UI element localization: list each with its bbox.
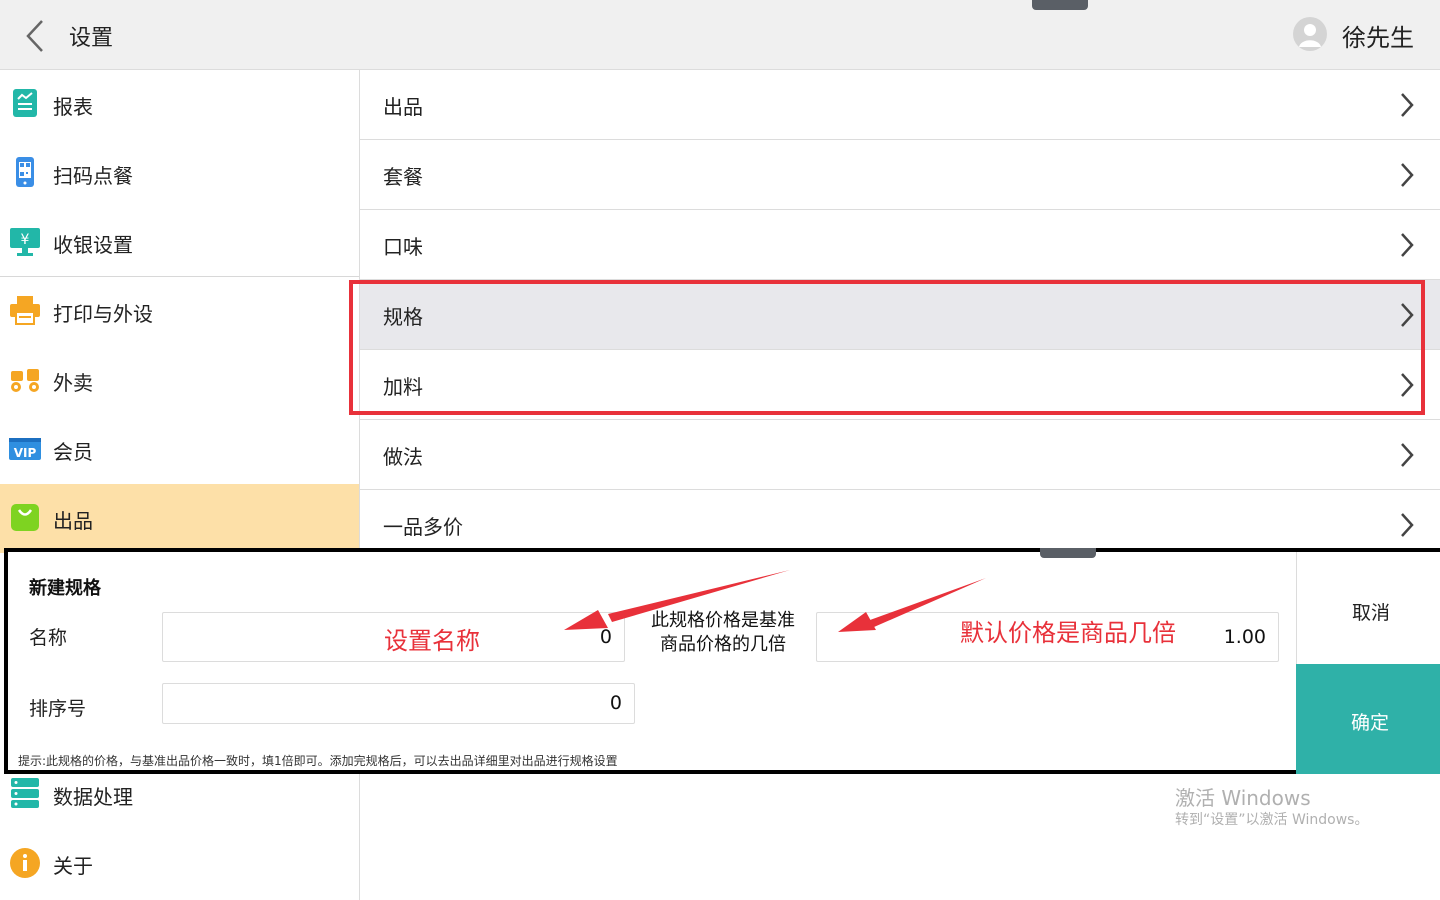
sidebar-item-member[interactable]: VIP 会员	[0, 415, 359, 484]
back-arrow-icon[interactable]	[22, 18, 50, 54]
new-spec-dialog: 新建规格 名称 0 设置名称 此规格价格是基准 商品价格的几倍 1.00 默认价…	[4, 548, 1440, 774]
chevron-right-icon	[1401, 163, 1414, 187]
list-item-label: 出品	[383, 95, 423, 119]
svg-text:VIP: VIP	[14, 446, 37, 460]
chevron-right-icon	[1401, 513, 1414, 537]
avatar-icon[interactable]	[1293, 17, 1327, 51]
svg-text:¥: ¥	[21, 232, 30, 248]
sidebar-item-label: 关于	[53, 854, 93, 878]
list-item-method[interactable]: 做法	[360, 420, 1440, 490]
list-item-product[interactable]: 出品	[360, 70, 1440, 140]
delivery-icon	[11, 369, 39, 392]
name-arrow	[608, 570, 790, 622]
list-item-flavor[interactable]: 口味	[360, 210, 1440, 280]
sidebar-item-delivery[interactable]: 外卖	[0, 346, 359, 415]
name-arrowhead	[564, 610, 608, 630]
bag-icon	[11, 504, 39, 531]
sidebar-item-label: 出品	[53, 509, 93, 533]
sidebar-item-product[interactable]: 出品	[0, 484, 359, 553]
activation-watermark-subtitle: 转到“设置”以激活 Windows。	[1175, 812, 1369, 828]
annotation-arrows	[564, 570, 986, 632]
sidebar-item-label: 收银设置	[53, 233, 133, 257]
chevron-right-icon	[1401, 93, 1414, 117]
list-item-label: 口味	[383, 235, 423, 259]
sidebar-item-label: 数据处理	[53, 785, 133, 809]
user-name[interactable]: 徐先生	[1342, 18, 1414, 53]
cashier-icon: ¥	[10, 228, 40, 256]
cancel-label: 取消	[1351, 602, 1390, 624]
list-item-set-meal[interactable]: 套餐	[360, 140, 1440, 210]
sidebar-item-label: 会员	[53, 440, 93, 464]
confirm-label: 确定	[1350, 712, 1389, 734]
sidebar-item-cashier[interactable]: ¥ 收银设置	[0, 208, 359, 277]
info-icon	[10, 848, 40, 878]
highlight-box	[349, 280, 1425, 415]
list-item-label: 做法	[383, 445, 423, 469]
chevron-right-icon	[1401, 233, 1414, 257]
sidebar-item-report[interactable]: 报表	[0, 70, 359, 139]
qr-phone-icon	[16, 157, 34, 187]
cancel-button[interactable]: 取消	[1296, 552, 1440, 664]
database-icon	[11, 778, 39, 808]
price-arrow	[870, 578, 986, 627]
confirm-button[interactable]: 确定	[1296, 664, 1440, 774]
sidebar: 报表 扫码点餐 ¥ 收银设置 打印与外设 外卖 VIP 会员 出品 数据处理 关…	[0, 70, 360, 900]
list-item-label: 套餐	[383, 165, 423, 189]
vip-icon: VIP	[9, 438, 41, 460]
printer-icon	[10, 296, 40, 325]
drag-handle[interactable]	[1032, 0, 1088, 10]
page-title: 设置	[69, 26, 114, 51]
sidebar-item-printer[interactable]: 打印与外设	[0, 277, 359, 346]
top-bar	[0, 0, 1440, 70]
list-item-label: 一品多价	[383, 515, 463, 539]
sidebar-item-label: 扫码点餐	[53, 164, 133, 188]
sidebar-item-qr-order[interactable]: 扫码点餐	[0, 139, 359, 208]
sidebar-item-label: 报表	[53, 95, 93, 119]
report-icon	[13, 89, 37, 117]
sidebar-item-about[interactable]: 关于	[0, 829, 359, 898]
activation-watermark-title: 激活 Windows	[1175, 786, 1311, 810]
sidebar-item-label: 外卖	[53, 371, 93, 395]
chevron-right-icon	[1401, 443, 1414, 467]
price-arrowhead	[838, 612, 876, 632]
sidebar-item-label: 打印与外设	[53, 302, 153, 326]
